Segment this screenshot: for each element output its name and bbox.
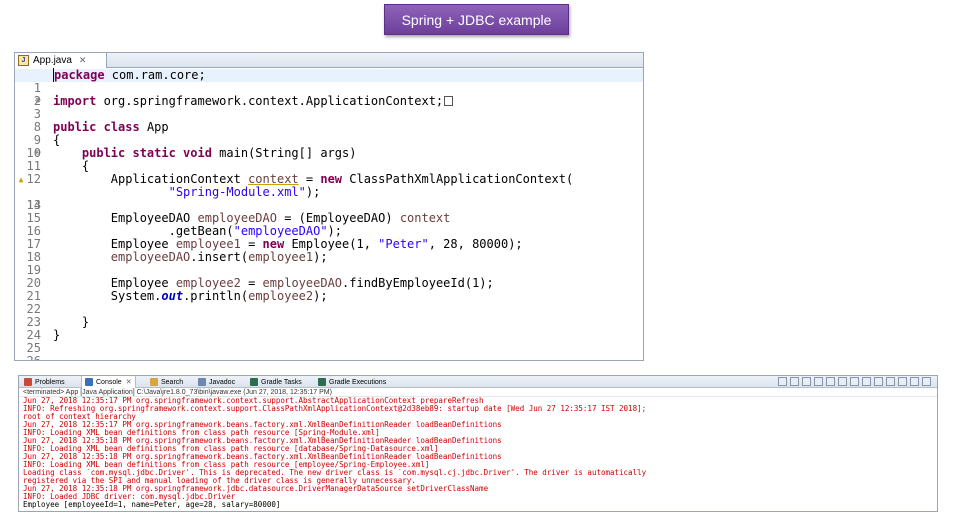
code-line[interactable]: 22 System.out.println(employee2); bbox=[15, 289, 643, 316]
tab-label: App.java bbox=[33, 55, 72, 66]
code-text: public static void main(String[] args) bbox=[81, 146, 357, 160]
show-on-error-icon[interactable] bbox=[862, 377, 871, 386]
tab-gradle-tasks[interactable]: Gradle Tasks bbox=[247, 376, 305, 388]
code-text: package com.ram.core; bbox=[53, 68, 206, 82]
console-toolbar bbox=[778, 377, 931, 387]
console-line: root of context hierarchy bbox=[23, 413, 136, 421]
show-on-output-icon[interactable] bbox=[850, 377, 859, 386]
code-line[interactable]: 23 bbox=[15, 303, 643, 329]
console-view[interactable]: Problems Console ✕ Search Javadoc Gradle … bbox=[18, 375, 938, 512]
minimize-icon[interactable] bbox=[910, 377, 919, 386]
collapsed-imports-icon bbox=[444, 96, 454, 106]
terminate-icon[interactable] bbox=[778, 377, 787, 386]
console-line: registered via the SPI and manual loadin… bbox=[23, 477, 416, 485]
console-output-line: Employee [employeeId=1, name=Peter, age=… bbox=[23, 501, 281, 509]
remove-all-icon[interactable] bbox=[802, 377, 811, 386]
scroll-lock-icon[interactable] bbox=[826, 377, 835, 386]
console-line: Jun 27, 2018 12:35:18 PM org.springframe… bbox=[23, 453, 502, 461]
editor-tab-bar: J App.java ✕ bbox=[15, 53, 643, 68]
tab-console[interactable]: Console ✕ bbox=[81, 376, 136, 388]
maximize-icon[interactable] bbox=[922, 377, 931, 386]
search-icon bbox=[150, 378, 158, 386]
pin-console-icon[interactable] bbox=[874, 377, 883, 386]
gradle-icon bbox=[318, 378, 326, 386]
console-line: INFO: Loading XML bean definitions from … bbox=[23, 461, 430, 469]
fold-collapse-icon[interactable]: ⊖ bbox=[33, 147, 43, 160]
remove-launch-icon[interactable] bbox=[790, 377, 799, 386]
code-text: employeeDAO.insert(employee1); bbox=[110, 250, 328, 264]
console-line: Jun 27, 2018 12:35:17 PM org.springframe… bbox=[23, 397, 484, 405]
console-line: INFO: Loaded JDBC driver: com.mysql.jdbc… bbox=[23, 493, 236, 501]
fold-expand-icon[interactable]: ⊕ bbox=[33, 95, 43, 108]
code-text: public class App bbox=[53, 120, 169, 134]
page-title: Spring + JDBC example bbox=[384, 4, 569, 35]
clear-console-icon[interactable] bbox=[814, 377, 823, 386]
gradle-icon bbox=[250, 378, 258, 386]
tab-problems[interactable]: Problems bbox=[21, 376, 68, 388]
console-line: Loading class `com.mysql.jdbc.Driver'. T… bbox=[23, 469, 647, 477]
open-console-icon[interactable] bbox=[898, 377, 907, 386]
close-icon[interactable]: ✕ bbox=[79, 55, 87, 66]
tab-javadoc[interactable]: Javadoc bbox=[195, 376, 238, 388]
console-line: INFO: Refreshing org.springframework.con… bbox=[23, 405, 647, 413]
code-line[interactable]: 26 bbox=[15, 342, 643, 361]
code-line[interactable]: 9 public class App bbox=[15, 120, 643, 147]
code-text: } bbox=[53, 328, 61, 342]
word-wrap-icon[interactable] bbox=[838, 377, 847, 386]
code-text: "Spring-Module.xml"); bbox=[168, 185, 321, 199]
console-tab-bar: Problems Console ✕ Search Javadoc Gradle … bbox=[19, 376, 937, 388]
problems-icon bbox=[24, 378, 32, 386]
code-line[interactable]: 24 } bbox=[15, 316, 643, 342]
console-line: Jun 27, 2018 12:35:18 PM org.springframe… bbox=[23, 437, 502, 445]
code-editor[interactable]: J App.java ✕ 1 package com.ram.core; 2 3… bbox=[14, 52, 644, 361]
display-console-icon[interactable] bbox=[886, 377, 895, 386]
code-line[interactable]: 11 ⊖ public static void main(String[] ar… bbox=[15, 146, 643, 173]
code-line[interactable]: 1 package com.ram.core; bbox=[15, 68, 643, 95]
java-file-icon: J bbox=[18, 55, 29, 66]
tab-gradle-executions[interactable]: Gradle Executions bbox=[315, 376, 389, 388]
code-text: import org.springframework.context.Appli… bbox=[53, 95, 454, 108]
code-line[interactable]: 14 "Spring-Module.xml"); bbox=[15, 185, 643, 212]
tab-app-java[interactable]: J App.java ✕ bbox=[15, 53, 107, 68]
console-line: INFO: Loading XML bean definitions from … bbox=[23, 429, 380, 437]
console-line: INFO: Loading XML bean definitions from … bbox=[23, 445, 439, 453]
code-line[interactable]: 3 ⊕ import org.springframework.context.A… bbox=[15, 95, 643, 121]
warning-icon[interactable]: ▲ bbox=[15, 173, 27, 186]
code-line[interactable]: 19 employeeDAO.insert(employee1); bbox=[15, 250, 643, 277]
console-line: Jun 27, 2018 12:35:18 PM org.springframe… bbox=[23, 485, 489, 493]
tab-search[interactable]: Search bbox=[147, 376, 186, 388]
close-icon[interactable]: ✕ bbox=[126, 378, 132, 386]
console-line: Jun 27, 2018 12:35:17 PM org.springframe… bbox=[23, 421, 502, 429]
line-number: 26 bbox=[26, 354, 41, 361]
javadoc-icon bbox=[198, 378, 206, 386]
code-area[interactable]: 1 package com.ram.core; 2 3 ⊕ import org… bbox=[15, 68, 643, 361]
console-icon bbox=[85, 378, 93, 386]
code-line[interactable]: 25 } bbox=[15, 328, 643, 355]
terminated-label: <terminated> App [Java Application] C:\J… bbox=[19, 388, 937, 397]
code-text: System.out.println(employee2); bbox=[53, 289, 328, 303]
